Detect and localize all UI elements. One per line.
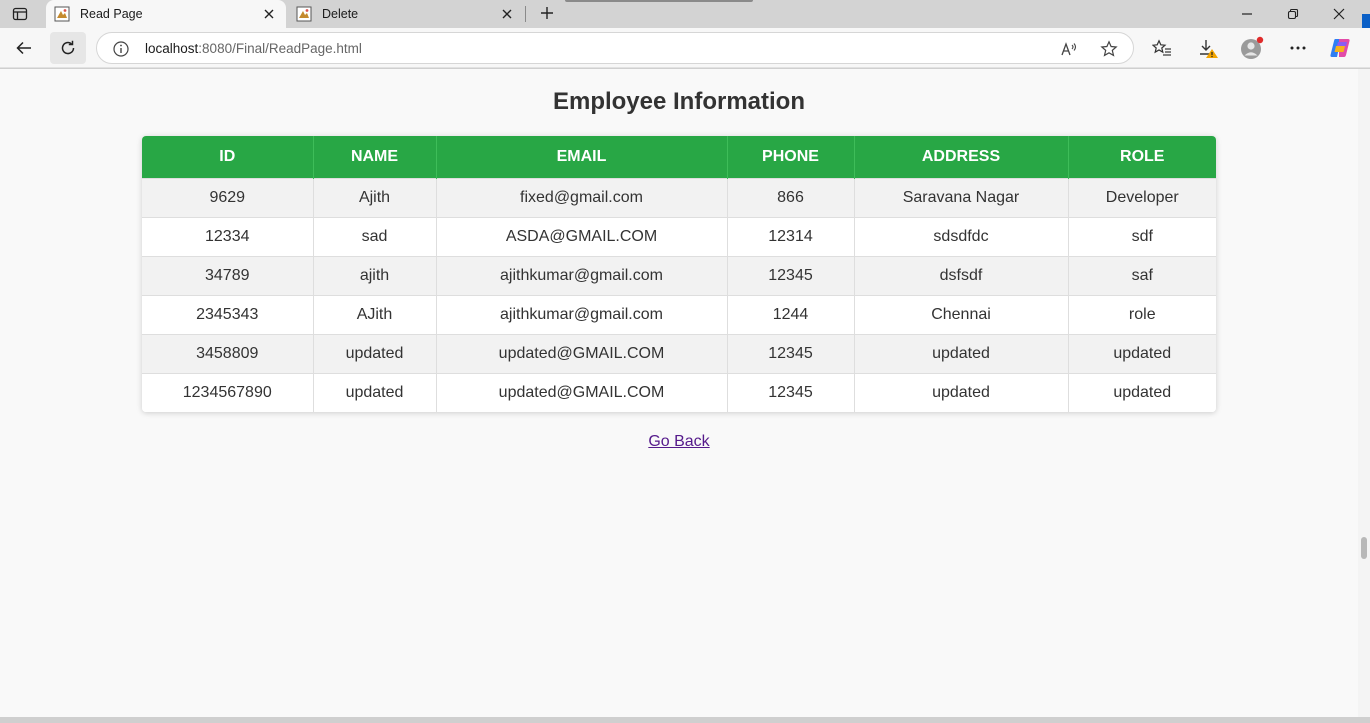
cell-role: saf [1068,255,1216,295]
column-header-name: NAME [313,136,437,178]
tab-strip: Read Page Delete [0,0,1370,28]
tab-drag-indicator [565,0,753,2]
window-close-icon[interactable] [1316,0,1362,28]
cell-id: 1234567890 [142,372,314,412]
tab-title: Delete [322,7,359,21]
cell-name: Ajith [313,177,437,217]
browser-toolbar: localhost:8080/Final/ReadPage.html [0,28,1370,68]
cell-id: 3458809 [142,333,314,373]
back-arrow-icon[interactable] [6,32,42,64]
cell-email: ASDA@GMAIL.COM [436,216,728,256]
cell-address: dsfsdf [854,255,1069,295]
cell-email: ajithkumar@gmail.com [436,294,728,334]
cell-role: updated [1068,333,1216,373]
cell-phone: 12345 [727,255,855,295]
more-icon[interactable] [1280,32,1316,64]
tab-separator [525,6,526,22]
column-header-phone: PHONE [727,136,855,178]
info-icon[interactable] [112,40,130,58]
table-row: 12334 sad ASDA@GMAIL.COM 12314 sdsdfdc s… [142,216,1216,256]
address-url[interactable]: localhost:8080/Final/ReadPage.html [145,41,362,56]
address-bar[interactable]: localhost:8080/Final/ReadPage.html [96,32,1134,64]
url-path: :8080/Final/ReadPage.html [198,41,362,56]
cell-phone: 12345 [727,333,855,373]
table-row: 2345343 AJith ajithkumar@gmail.com 1244 … [142,294,1216,334]
tab-actions-icon[interactable] [6,2,34,26]
cell-email: fixed@gmail.com [436,177,728,217]
tab-delete[interactable]: Delete [288,0,524,28]
go-back-container: Go Back [0,433,1358,451]
favorite-star-icon[interactable] [1099,39,1119,59]
reload-icon[interactable] [50,32,86,64]
downloads-icon[interactable] [1190,32,1226,64]
cell-name: ajith [313,255,437,295]
cell-role: Developer [1068,177,1216,217]
table-row: 3458809 updated updated@GMAIL.COM 12345 … [142,333,1216,373]
new-tab-icon[interactable] [536,2,558,24]
profile-icon[interactable] [1234,32,1270,64]
cell-id: 34789 [142,255,314,295]
cell-address: updated [854,372,1069,412]
cell-name: sad [313,216,437,256]
cell-phone: 1244 [727,294,855,334]
cell-id: 12334 [142,216,314,256]
go-back-link[interactable]: Go Back [648,433,709,450]
page-content: Employee Information ID NAME EMAIL PHONE… [0,69,1358,717]
table-row: 34789 ajith ajithkumar@gmail.com 12345 d… [142,255,1216,295]
column-header-address: ADDRESS [854,136,1069,178]
table-row: 9629 Ajith fixed@gmail.com 866 Saravana … [142,177,1216,217]
cell-role: role [1068,294,1216,334]
table-header-row: ID NAME EMAIL PHONE ADDRESS ROLE [142,136,1216,178]
cell-email: updated@GMAIL.COM [436,372,728,412]
cell-email: ajithkumar@gmail.com [436,255,728,295]
cell-address: Chennai [854,294,1069,334]
cell-id: 2345343 [142,294,314,334]
tab-read-page[interactable]: Read Page [46,0,286,28]
cell-name: updated [313,372,437,412]
close-icon[interactable] [498,5,516,23]
tab-title: Read Page [80,7,143,21]
minimize-icon[interactable] [1224,0,1270,28]
employee-table: ID NAME EMAIL PHONE ADDRESS ROLE 9629 Aj… [142,136,1216,412]
scrollbar-thumb[interactable] [1361,537,1367,559]
copilot-icon[interactable] [1322,32,1358,64]
page-favicon-icon [54,6,70,22]
cell-name: AJith [313,294,437,334]
cell-role: updated [1068,372,1216,412]
column-header-id: ID [142,136,314,178]
close-icon[interactable] [260,5,278,23]
page-title: Employee Information [552,88,806,115]
cell-phone: 12345 [727,372,855,412]
cell-email: updated@GMAIL.COM [436,333,728,373]
cell-role: sdf [1068,216,1216,256]
column-header-email: EMAIL [436,136,728,178]
url-host: localhost [145,41,199,56]
cell-address: updated [854,333,1069,373]
table-row: 1234567890 updated updated@GMAIL.COM 123… [142,372,1216,412]
cell-address: sdsdfdc [854,216,1069,256]
column-header-role: ROLE [1068,136,1216,178]
favorites-icon[interactable] [1144,32,1180,64]
cell-id: 9629 [142,177,314,217]
page-favicon-icon [296,6,312,22]
cell-phone: 866 [727,177,855,217]
taskbar-edge [0,717,1370,723]
page-scrollbar[interactable] [1358,69,1370,717]
cell-address: Saravana Nagar [854,177,1069,217]
restore-icon[interactable] [1270,0,1316,28]
read-aloud-icon[interactable] [1059,39,1079,59]
cell-name: updated [313,333,437,373]
cell-phone: 12314 [727,216,855,256]
